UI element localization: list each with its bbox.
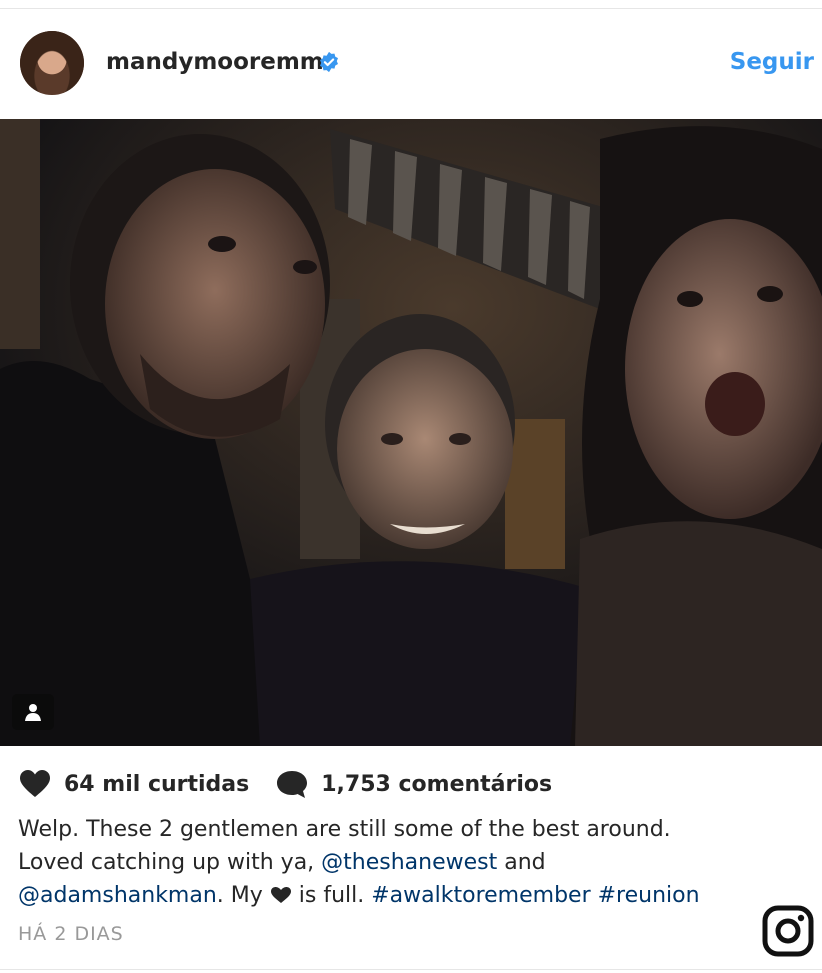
verified-badge-icon xyxy=(320,51,338,73)
post-date[interactable]: HÁ 2 DIAS xyxy=(18,923,124,945)
mention-link[interactable]: @theshanewest xyxy=(321,850,497,875)
post-actions: 64 mil curtidas 1,753 comentários xyxy=(18,769,578,799)
username[interactable]: mandymooremm xyxy=(106,49,324,75)
post-photo[interactable] xyxy=(0,119,822,746)
hashtag-link[interactable]: #reunion xyxy=(598,883,700,908)
post-caption: Welp. These 2 gentlemen are still some o… xyxy=(18,813,758,912)
comment-bubble-icon[interactable] xyxy=(275,769,309,799)
hashtag-link[interactable]: #awalktoremember xyxy=(371,883,590,908)
instagram-logo-icon[interactable] xyxy=(762,905,814,957)
comments-count[interactable]: 1,753 comentários xyxy=(321,772,552,797)
user-tag-button[interactable] xyxy=(12,694,54,730)
caption-text: is full. xyxy=(291,883,372,908)
caption-text: and xyxy=(497,850,546,875)
heart-icon[interactable] xyxy=(18,769,52,799)
follow-button[interactable]: Seguir xyxy=(730,49,814,75)
caption-line-1: Welp. These 2 gentlemen are still some o… xyxy=(18,817,671,842)
post-header: mandymooremm Seguir xyxy=(0,9,822,117)
post-photo-image xyxy=(0,119,822,746)
user-tag-icon xyxy=(25,704,41,721)
mention-link[interactable]: @adamshankman xyxy=(18,883,217,908)
likes-count[interactable]: 64 mil curtidas xyxy=(64,772,249,797)
caption-text: . My xyxy=(216,883,270,908)
heart-emoji-icon xyxy=(270,887,291,903)
avatar[interactable] xyxy=(20,31,84,95)
instagram-post-card: mandymooremm Seguir 64 mil curtidas 1,75… xyxy=(0,8,822,970)
caption-text: Loved catching up with ya, xyxy=(18,850,322,875)
